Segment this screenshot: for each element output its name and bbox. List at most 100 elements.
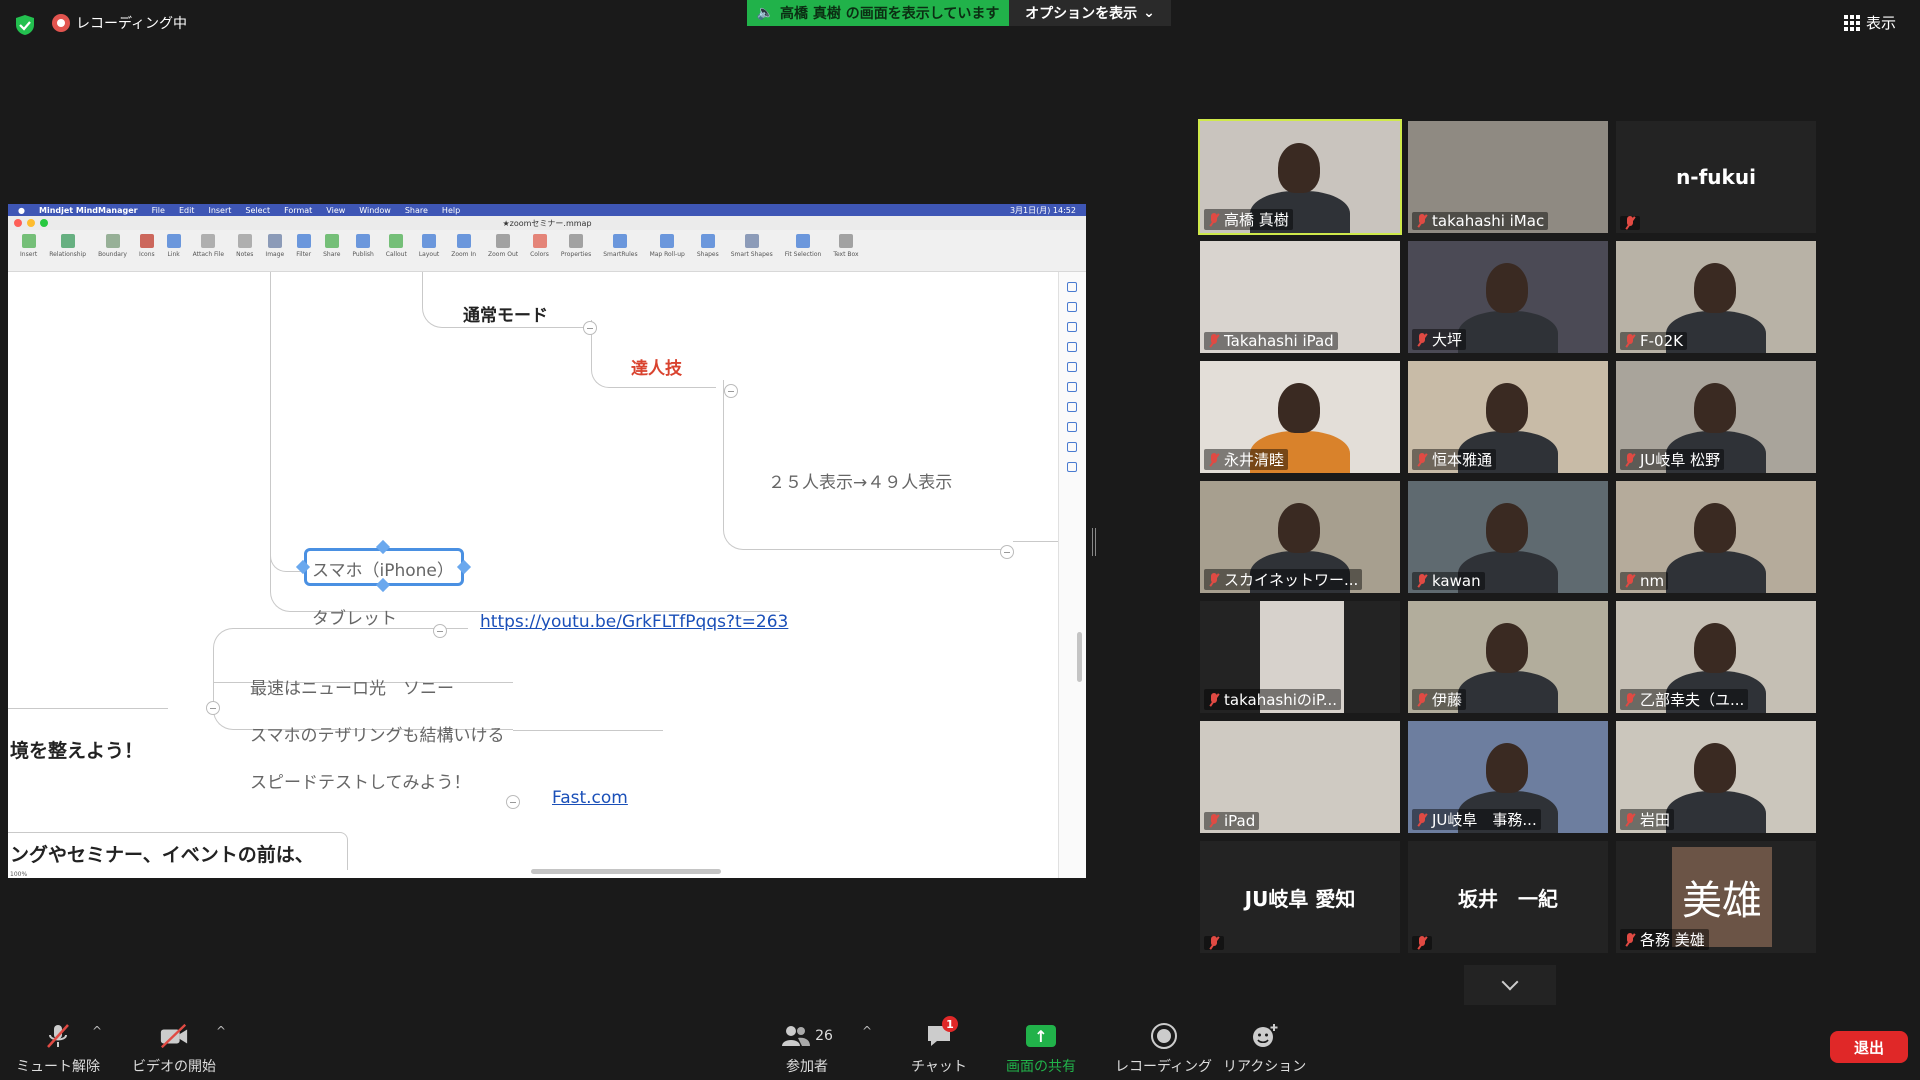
tool-link[interactable]: Link: [161, 234, 187, 258]
fast-com-link[interactable]: Fast.com: [552, 788, 628, 808]
participant-name-label: 恒本雅通: [1412, 449, 1497, 470]
tool-icons[interactable]: Icons: [133, 234, 161, 258]
audio-options-caret-icon[interactable]: ^: [92, 1024, 102, 1038]
mm-node-speedtest[interactable]: スピードテストしてみよう！: [250, 768, 471, 793]
youtube-link[interactable]: https://youtu.be/GrkFLTfPqqs?t=263: [480, 612, 788, 632]
splitter-handle[interactable]: [1092, 528, 1096, 556]
participant-tile[interactable]: n-fukui: [1616, 121, 1816, 233]
mm-node-normal-mode[interactable]: 通常モード: [463, 301, 548, 326]
participant-tile[interactable]: 高橋 真樹: [1198, 119, 1402, 235]
tool-icon: [532, 234, 547, 248]
tool-label: Smart Shapes: [730, 251, 773, 258]
mindmap-canvas[interactable]: 通常モード 達人技 ２５人表示→４９人表示 スマホ（iPhone） タブレット …: [8, 272, 1086, 878]
participant-tile[interactable]: 乙部幸夫（ユ...: [1616, 601, 1816, 713]
horizontal-scrollbar[interactable]: [531, 869, 721, 874]
mic-muted-icon: [1208, 212, 1220, 227]
tool-label: Zoom In: [451, 251, 477, 258]
security-shield-icon[interactable]: [14, 14, 36, 36]
unmute-label: ミュート解除: [16, 1059, 100, 1075]
tool-layout[interactable]: Layout: [413, 234, 445, 258]
share-screen-button[interactable]: ↑ 画面の共有: [1006, 1022, 1076, 1076]
mac-menu-share: Share: [404, 205, 428, 215]
view-layout-button[interactable]: 表示: [1843, 12, 1896, 33]
tool-label: Relationship: [49, 251, 87, 258]
start-video-button[interactable]: ビデオの開始: [132, 1022, 216, 1076]
participant-name-label: 各務 美雄: [1620, 929, 1709, 950]
participant-tile[interactable]: Takahashi iPad: [1200, 241, 1400, 353]
tool-callout[interactable]: Callout: [380, 234, 413, 258]
tool-filter[interactable]: Filter: [290, 234, 317, 258]
tool-relationship[interactable]: Relationship: [43, 234, 92, 258]
participant-tile[interactable]: スカイネットワー...: [1200, 481, 1400, 593]
mm-node-fastest[interactable]: 最速はニューロ光 ソニー: [250, 674, 454, 699]
tool-colors[interactable]: Colors: [524, 234, 555, 258]
participant-tile[interactable]: kawan: [1408, 481, 1608, 593]
mm-node-tablet[interactable]: タブレット: [312, 604, 397, 629]
tool-smartrules[interactable]: SmartRules: [597, 234, 643, 258]
mm-node-master-skill[interactable]: 達人技: [631, 354, 682, 379]
participant-tile[interactable]: JU岐阜 松野: [1616, 361, 1816, 473]
unmute-button[interactable]: ミュート解除: [16, 1022, 100, 1076]
mm-node-smartphone[interactable]: スマホ（iPhone）: [312, 556, 454, 581]
window-controls: [14, 219, 48, 227]
participant-tile[interactable]: iPad: [1200, 721, 1400, 833]
tool-boundary[interactable]: Boundary: [92, 234, 133, 258]
participant-tile[interactable]: 伊藤: [1408, 601, 1608, 713]
leave-meeting-button[interactable]: 退出: [1830, 1031, 1908, 1063]
vertical-scrollbar[interactable]: [1077, 632, 1082, 682]
tool-text-box[interactable]: Text Box: [827, 234, 864, 258]
participant-name: 恒本雅通: [1432, 451, 1493, 469]
mac-menu-format: Format: [284, 205, 313, 215]
tool-share[interactable]: Share: [317, 234, 346, 258]
tool-notes[interactable]: Notes: [230, 234, 259, 258]
tool-icon: [324, 234, 339, 248]
mm-node-env[interactable]: 境を整えよう！: [10, 736, 143, 763]
participant-tile[interactable]: 岩田: [1616, 721, 1816, 833]
participant-name-label: JU岐阜 松野: [1620, 449, 1725, 470]
tool-label: Zoom Out: [488, 251, 519, 258]
tool-publish[interactable]: Publish: [346, 234, 379, 258]
participant-tile[interactable]: F-02K: [1616, 241, 1816, 353]
participant-tile[interactable]: JU岐阜 事務...: [1408, 721, 1608, 833]
participant-tile[interactable]: takahashiのiP...: [1200, 601, 1400, 713]
participant-name-large: n-fukui: [1676, 165, 1756, 189]
tool-smart-shapes[interactable]: Smart Shapes: [725, 234, 779, 258]
tool-attach-file[interactable]: Attach File: [187, 234, 230, 258]
tool-map-roll-up[interactable]: Map Roll-up: [644, 234, 691, 258]
participant-tile[interactable]: takahashi iMac: [1408, 121, 1608, 233]
participant-tile[interactable]: nm: [1616, 481, 1816, 593]
mm-node-bottom[interactable]: ングやセミナー、イベントの前は、: [10, 840, 314, 867]
zoom-level-select[interactable]: 100%: [10, 871, 27, 878]
view-options-button[interactable]: オプションを表示 ⌄: [1009, 0, 1171, 26]
recording-indicator[interactable]: レコーディング中: [52, 13, 187, 33]
participant-tile[interactable]: 恒本雅通: [1408, 361, 1608, 473]
tool-shapes[interactable]: Shapes: [691, 234, 725, 258]
tool-icon: [389, 234, 404, 248]
mindmap-side-panel[interactable]: [1058, 272, 1086, 878]
participant-tile[interactable]: JU岐阜 愛知: [1200, 841, 1400, 953]
participant-tile[interactable]: 大坪: [1408, 241, 1608, 353]
participant-tile[interactable]: 坂井 一紀: [1408, 841, 1608, 953]
record-button[interactable]: レコーディング: [1115, 1022, 1212, 1076]
mac-menu-select: Select: [245, 205, 271, 215]
participants-options-caret-icon[interactable]: ^: [862, 1024, 872, 1038]
mm-node-tethering[interactable]: スマホのテザリングも結構いける: [250, 721, 505, 746]
mic-muted-icon: [1208, 814, 1220, 828]
reaction-button[interactable]: リアクション: [1223, 1022, 1306, 1076]
shared-screen[interactable]: ● Mindjet MindManager File Edit Insert S…: [8, 204, 1086, 878]
participant-name-label: iPad: [1204, 812, 1260, 830]
tool-insert[interactable]: Insert: [14, 234, 43, 258]
participant-tile[interactable]: 美雄 各務 美雄: [1616, 841, 1816, 953]
tool-fit-selection[interactable]: Fit Selection: [779, 234, 828, 258]
participant-tile[interactable]: 永井清睦: [1200, 361, 1400, 473]
video-options-caret-icon[interactable]: ^: [216, 1024, 226, 1038]
tool-properties[interactable]: Properties: [555, 234, 597, 258]
tool-image[interactable]: Image: [259, 234, 290, 258]
tool-icon: [838, 234, 853, 248]
participants-button[interactable]: 26 参加者: [777, 1022, 837, 1076]
tool-zoom-in[interactable]: Zoom In: [445, 234, 482, 258]
chat-button[interactable]: 1 チャット: [911, 1016, 967, 1076]
tool-zoom-out[interactable]: Zoom Out: [482, 234, 524, 258]
gallery-next-page-button[interactable]: [1464, 965, 1556, 1005]
mm-node-display-switch[interactable]: ２５人表示→４９人表示: [768, 468, 952, 493]
